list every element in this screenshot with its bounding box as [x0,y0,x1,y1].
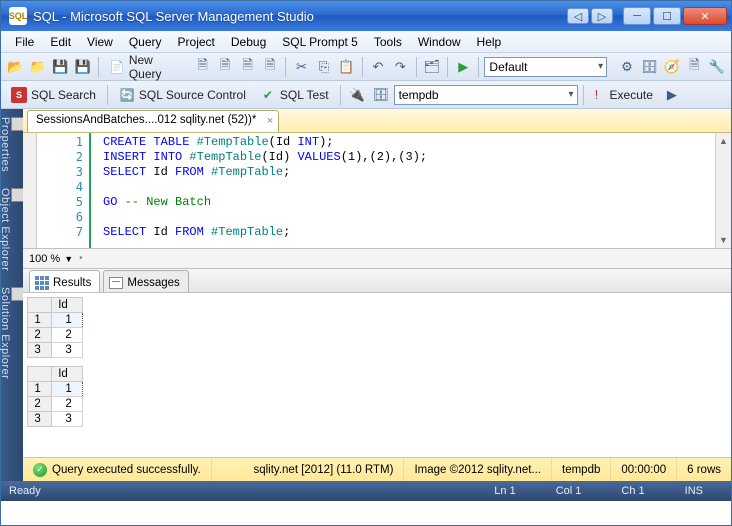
registered-servers-icon[interactable]: 🗄 [639,56,659,78]
messages-icon [109,277,123,289]
menu-project[interactable]: Project [170,33,223,51]
db-engine-query-icon[interactable]: 🗎 [192,56,212,78]
menubar: File Edit View Query Project Debug SQL P… [1,31,731,53]
save-icon[interactable]: 💾 [50,56,70,78]
app-icon: SQL [9,7,27,25]
activity-icon[interactable]: ⚙ [617,56,637,78]
query-status-msg: Query executed successfully. [52,464,201,476]
database-combo[interactable]: tempdb [394,85,578,105]
paste-icon[interactable]: 📋 [336,56,356,78]
window-title: SQL - Microsoft SQL Server Management St… [33,9,567,24]
toolbar-standard: 📂 📁 💾 💾 📄New Query 🗎 🗎 🗎 🗎 ✂ ⎘ 📋 ↶ ↷ 🗂 ▶… [1,53,731,81]
main: Properties Object Explorer Solution Expl… [1,109,731,481]
menu-sqlprompt[interactable]: SQL Prompt 5 [274,33,366,51]
save-all-icon[interactable]: 💾 [72,56,92,78]
close-button[interactable]: ✕ [683,7,727,25]
menu-window[interactable]: Window [410,33,469,51]
execute-button[interactable]: ! Execute [589,84,659,106]
results-area: Id 11 22 33 Id 11 22 33 [23,293,731,457]
toolbar-sql: SSQL Search 🔄SQL Source Control ✔SQL Tes… [1,81,731,109]
menu-view[interactable]: View [79,33,121,51]
zoom-dropdown-icon[interactable]: ▼ [64,254,73,264]
code-text[interactable]: CREATE TABLE #TempTable(Id INT);INSERT I… [103,135,715,240]
status-ln: Ln 1 [474,485,535,497]
results-grid-icon [35,276,49,290]
line-gutter: 1234567 [37,133,91,248]
content: SessionsAndBatches....012 sqlity.net (52… [23,109,731,481]
status-ch: Ch 1 [601,485,664,497]
minimize-button[interactable]: ─ [623,7,651,25]
editor-scrollbar[interactable]: ▲▼ [715,133,731,248]
available-databases-icon[interactable]: 🗄 [370,84,392,106]
sql-source-control-button[interactable]: 🔄SQL Source Control [113,84,252,106]
status-bar: Ready Ln 1 Col 1 Ch 1 INS [1,481,731,501]
sqltest-icon: ✔ [260,87,276,103]
sql-test-button[interactable]: ✔SQL Test [254,84,335,106]
status-ready: Ready [9,485,41,497]
nav-prev-button[interactable]: ◁ [567,8,589,24]
nav-next-button[interactable]: ▷ [591,8,613,24]
menu-file[interactable]: File [7,33,42,51]
sidebar: Properties Object Explorer Solution Expl… [1,109,23,481]
status-time: 00:00:00 [611,458,677,481]
execute-icon: ! [595,87,599,102]
undo-icon[interactable]: ↶ [368,56,388,78]
tab-close-icon[interactable]: × [267,115,273,127]
change-connection-icon[interactable]: 🔌 [346,84,368,106]
tab-messages[interactable]: Messages [103,270,188,292]
menu-edit[interactable]: Edit [42,33,79,51]
code-editor[interactable]: ▾ ▾ 1234567 CREATE TABLE #TempTable(Id I… [23,133,731,249]
status-rows: 6 rows [677,458,731,481]
new-query-button[interactable]: 📄New Query [104,56,191,78]
redo-icon[interactable]: ↷ [390,56,410,78]
xmla-query-icon[interactable]: 🗎 [260,56,280,78]
maximize-button[interactable]: ☐ [653,7,681,25]
result-set-2: Id 11 22 33 [27,366,83,427]
object-explorer-icon[interactable]: 🧭 [662,56,682,78]
window-buttons: ◁ ▷ ─ ☐ ✕ [567,7,727,25]
status-user: Image ©2012 sqlity.net... [404,458,552,481]
zoom-bar: 100 % ▼ • [23,249,731,269]
open-icon[interactable]: 📂 [5,56,25,78]
col-id[interactable]: Id [52,298,83,313]
menu-query[interactable]: Query [121,33,170,51]
titlebar: SQL SQL - Microsoft SQL Server Managemen… [1,1,731,31]
tab-results[interactable]: Results [29,270,100,292]
newquery-icon: 📄 [110,59,125,75]
properties-icon[interactable]: 🔧 [707,56,727,78]
status-db: tempdb [552,458,611,481]
result-set-1: Id 11 22 33 [27,297,83,358]
menu-debug[interactable]: Debug [223,33,274,51]
col-id-2[interactable]: Id [52,367,83,382]
zoom-value[interactable]: 100 % [29,253,60,265]
document-tabs: SessionsAndBatches....012 sqlity.net (52… [23,109,731,133]
editor-margin: ▾ ▾ [23,133,37,248]
cut-icon[interactable]: ✂ [291,56,311,78]
query-status-bar: ✓ Query executed successfully. sqlity.net… [23,457,731,481]
status-ins: INS [665,485,723,497]
open-project-icon[interactable]: 📁 [27,56,47,78]
start-icon[interactable]: ▶ [453,56,473,78]
menu-tools[interactable]: Tools [366,33,410,51]
debug-icon[interactable]: ▶ [661,84,683,106]
dmx-query-icon[interactable]: 🗎 [237,56,257,78]
status-col: Col 1 [536,485,602,497]
sql-search-button[interactable]: SSQL Search [5,84,102,106]
sqlsearch-icon: S [11,87,27,103]
solution-explorer-icon[interactable]: 🗂 [422,56,442,78]
mdx-query-icon[interactable]: 🗎 [215,56,235,78]
menu-help[interactable]: Help [469,33,510,51]
sourcecontrol-icon: 🔄 [119,87,135,103]
tab-query[interactable]: SessionsAndBatches....012 sqlity.net (52… [27,110,279,132]
results-tabs: Results Messages [23,269,731,293]
status-server: sqlity.net [2012] (11.0 RTM) [243,458,404,481]
copy-icon[interactable]: ⎘ [314,56,334,78]
template-explorer-icon[interactable]: 🗎 [684,56,704,78]
config-combo[interactable]: Default [484,57,607,77]
success-icon: ✓ [33,463,47,477]
